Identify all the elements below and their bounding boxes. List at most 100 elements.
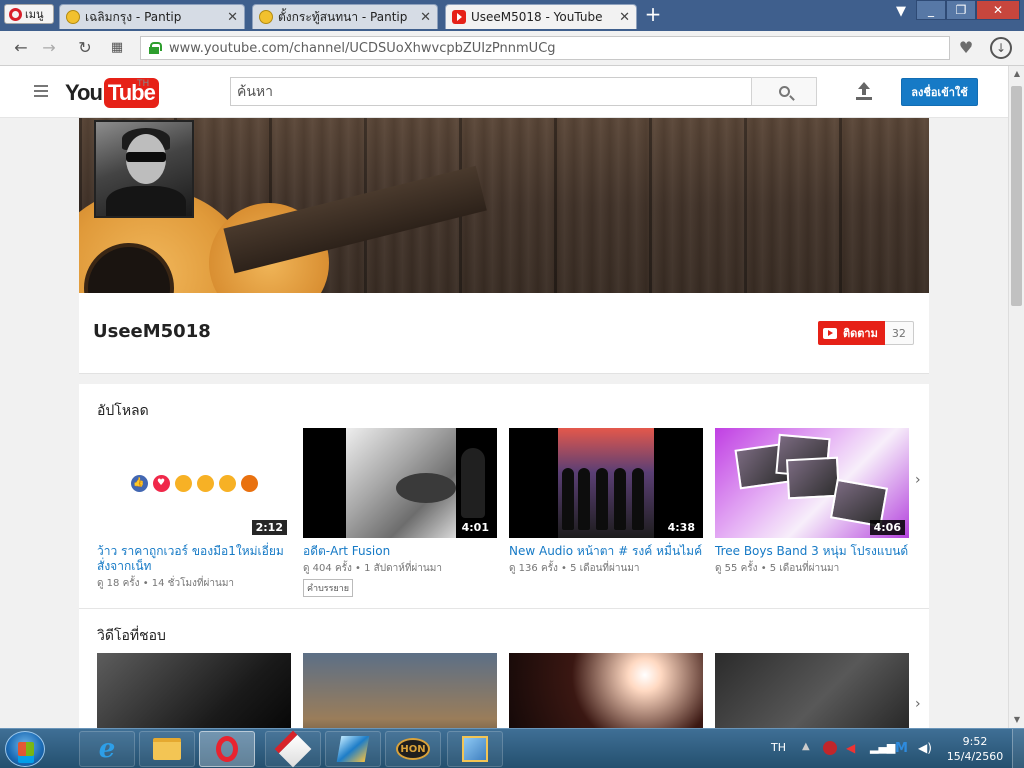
bookmark-heart-icon[interactable]: ♥: [955, 37, 977, 59]
video-card[interactable]: [509, 653, 703, 728]
video-thumbnail[interactable]: [715, 653, 909, 728]
search-form: [230, 77, 817, 106]
minimize-icon[interactable]: _: [916, 0, 946, 20]
browser-tab-pantip-1[interactable]: เฉลิมกรุง - Pantip ✕: [59, 4, 245, 29]
taskbar-hon[interactable]: HON: [385, 731, 441, 767]
search-button[interactable]: [751, 77, 817, 106]
video-thumbnail[interactable]: 👍 ♥ 2:12: [97, 428, 291, 538]
video-card[interactable]: [715, 653, 909, 728]
download-icon[interactable]: ↓: [990, 37, 1012, 59]
video-thumbnail[interactable]: 4:06: [715, 428, 909, 538]
video-card[interactable]: [303, 653, 497, 728]
sign-in-button[interactable]: ลงชื่อเข้าใช้: [901, 78, 978, 106]
tray-malwarebytes-icon[interactable]: M: [895, 741, 909, 756]
video-thumbnail[interactable]: 4:38: [509, 428, 703, 538]
angry-reaction-icon: [240, 474, 258, 492]
upload-icon[interactable]: [855, 82, 873, 102]
scrollbar-thumb[interactable]: [1011, 86, 1022, 306]
network-signal-icon[interactable]: ▂▄▆: [870, 741, 895, 755]
video-title[interactable]: Tree Boys Band 3 หนุ่ม โปรงแบนด์: [715, 544, 909, 559]
channel-avatar[interactable]: [94, 120, 194, 218]
restore-icon[interactable]: ❐: [946, 0, 976, 20]
browser-tab-pantip-2[interactable]: ตั้งกระทู้สนทนา - Pantip ✕: [252, 4, 438, 29]
banner-guitar-neck: [223, 165, 487, 274]
browser-tab-youtube[interactable]: UseeM5018 - YouTube ✕: [445, 4, 637, 29]
video-title[interactable]: New Audio หน้าตา # รงค์ หมื่นไมค์: [509, 544, 703, 559]
tab-title: เฉลิมกรุง - Pantip: [85, 9, 182, 24]
url-field[interactable]: www.youtube.com/channel/UCDSUoXhwvcpbZUI…: [140, 36, 950, 60]
show-desktop-button[interactable]: [1012, 729, 1024, 768]
channel-header: UseeM5018 ติดตาม 32: [79, 293, 929, 374]
forward-arrow-icon[interactable]: →: [38, 38, 60, 58]
start-button[interactable]: [5, 731, 45, 767]
taskbar-app-1[interactable]: [265, 730, 321, 768]
taskbar-file-explorer[interactable]: [139, 731, 195, 767]
close-tab-icon[interactable]: ✕: [420, 10, 431, 25]
browser-tab-strip: เมนู เฉลิมกรุง - Pantip ✕ ตั้งกระทู้สนทน…: [0, 0, 1024, 31]
speaker-icon[interactable]: ◀): [918, 741, 932, 755]
reload-icon[interactable]: ↻: [74, 38, 96, 58]
video-title[interactable]: อดีต-Art Fusion: [303, 544, 497, 559]
page-scrollbar[interactable]: ▲ ▼: [1008, 66, 1024, 728]
language-indicator[interactable]: TH: [771, 741, 786, 754]
scroll-down-arrow-icon[interactable]: ▼: [1009, 712, 1024, 728]
window-controls: _ ❐ ✕: [916, 0, 1020, 20]
close-tab-icon[interactable]: ✕: [227, 10, 238, 25]
hamburger-menu-icon[interactable]: [34, 85, 48, 97]
app-icon: [274, 730, 312, 768]
shelf-next-arrow-icon[interactable]: ›: [915, 472, 921, 488]
taskbar-app-2[interactable]: [325, 731, 381, 767]
sad-reaction-icon: [218, 474, 236, 492]
opera-menu-label: เมนู: [25, 8, 44, 21]
search-input[interactable]: [230, 77, 751, 106]
tab-menu-icon[interactable]: ▼: [896, 4, 906, 19]
video-card[interactable]: [97, 653, 291, 728]
system-clock[interactable]: 9:52 15/4/2560: [945, 734, 1005, 764]
liked-videos-shelf: [97, 653, 909, 728]
taskbar-internet-explorer[interactable]: e: [79, 731, 135, 767]
search-icon: [778, 86, 790, 97]
uploads-shelf: 👍 ♥ 2:12 ว้าว ราคาถูกเวอร์ ของมือ1ใหม่เอ…: [97, 428, 909, 597]
shelf-next-arrow-icon[interactable]: ›: [915, 696, 921, 712]
video-thumbnail[interactable]: [97, 653, 291, 728]
speed-dial-grid-icon[interactable]: ▦: [106, 38, 128, 58]
video-thumbnail[interactable]: [509, 653, 703, 728]
video-title[interactable]: ว้าว ราคาถูกเวอร์ ของมือ1ใหม่เอี่ยม สั่ง…: [97, 544, 291, 574]
wow-reaction-icon: [196, 474, 214, 492]
subscribe-widget: ติดตาม 32: [818, 321, 914, 345]
channel-title[interactable]: UseeM5018: [93, 321, 211, 342]
uploads-section-title[interactable]: อัปโหลด: [97, 400, 149, 422]
url-text: www.youtube.com/channel/UCDSUoXhwvcpbZUI…: [169, 40, 556, 56]
back-arrow-icon[interactable]: ←: [10, 38, 32, 58]
subscriber-count: 32: [884, 321, 914, 345]
haha-reaction-icon: [174, 474, 192, 492]
opera-logo-icon: [9, 7, 22, 21]
video-card[interactable]: 👍 ♥ 2:12 ว้าว ราคาถูกเวอร์ ของมือ1ใหม่เอ…: [97, 428, 291, 597]
pantip-favicon-icon: [259, 10, 273, 24]
video-thumbnail[interactable]: 4:01: [303, 428, 497, 538]
close-tab-icon[interactable]: ✕: [619, 10, 630, 25]
subscribe-button[interactable]: ติดตาม: [818, 321, 885, 345]
volume-muted-icon[interactable]: ◀: [846, 741, 860, 755]
clock-date: 15/4/2560: [946, 750, 1004, 763]
taskbar-app-3[interactable]: [447, 731, 503, 767]
scroll-up-arrow-icon[interactable]: ▲: [1009, 66, 1024, 82]
video-card[interactable]: 4:01 อดีต-Art Fusion ดู 404 ครั้ง • 1 สั…: [303, 428, 497, 597]
tray-expand-icon[interactable]: ▲: [802, 741, 816, 755]
logo-you-text: You: [65, 80, 103, 105]
app-icon: [336, 736, 370, 762]
video-card[interactable]: 4:38 New Audio หน้าตา # รงค์ หมื่นไมค์ ด…: [509, 428, 703, 597]
tab-title: ตั้งกระทู้สนทนา - Pantip: [278, 9, 408, 24]
video-card[interactable]: 4:06 Tree Boys Band 3 หนุ่ม โปรงแบนด์ ดู…: [715, 428, 909, 597]
new-tab-button[interactable]: +: [642, 4, 664, 25]
youtube-favicon-icon: [452, 10, 466, 24]
pantip-favicon-icon: [66, 10, 80, 24]
subscribe-label: ติดตาม: [843, 327, 878, 340]
opera-menu-button[interactable]: เมนู: [4, 4, 54, 24]
video-thumbnail[interactable]: [303, 653, 497, 728]
liked-videos-section-title[interactable]: วิดีโอที่ชอบ: [97, 625, 166, 647]
taskbar-opera[interactable]: [199, 731, 255, 767]
section-divider: [79, 608, 929, 609]
tray-app-icon[interactable]: [823, 741, 837, 755]
window-close-icon[interactable]: ✕: [976, 0, 1020, 20]
